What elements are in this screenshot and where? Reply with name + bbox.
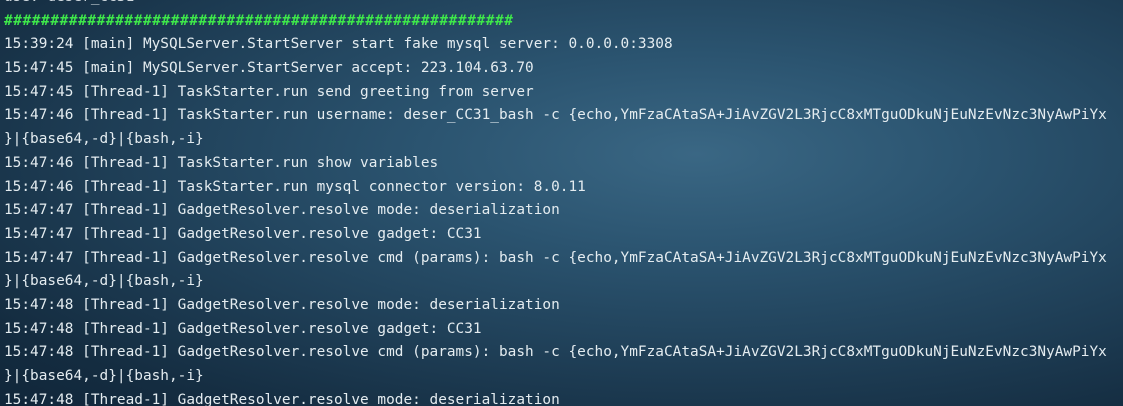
terminal-output: use: deser_cc31 ########################… xyxy=(4,0,1107,406)
log-line: 15:47:47 [Thread-1] GadgetResolver.resol… xyxy=(4,225,482,242)
log-line: 15:47:45 [main] MySQLServer.StartServer … xyxy=(4,60,534,77)
log-line-continuation: }|{base64,-d}|{bash,-i} xyxy=(4,131,204,148)
log-line-continuation: }|{base64,-d}|{bash,-i} xyxy=(4,273,204,290)
log-line: 15:47:48 [Thread-1] GadgetResolver.resol… xyxy=(4,344,1107,361)
log-line: 15:47:48 [Thread-1] GadgetResolver.resol… xyxy=(4,320,482,337)
log-line-continuation: }|{base64,-d}|{bash,-i} xyxy=(4,368,204,384)
log-line: 15:47:46 [Thread-1] TaskStarter.run mysq… xyxy=(4,178,586,195)
log-line: 15:47:48 [Thread-1] GadgetResolver.resol… xyxy=(4,391,560,406)
log-line: 15:47:48 [Thread-1] GadgetResolver.resol… xyxy=(4,296,560,313)
separator-line: ########################################… xyxy=(4,12,514,29)
log-line: 15:47:47 [Thread-1] GadgetResolver.resol… xyxy=(4,202,560,219)
log-line: 15:39:24 [main] MySQLServer.StartServer … xyxy=(4,36,673,53)
log-line: 15:47:47 [Thread-1] GadgetResolver.resol… xyxy=(4,249,1107,266)
log-line: 15:47:46 [Thread-1] TaskStarter.run show… xyxy=(4,154,439,171)
terminal-window[interactable]: use: deser_cc31 ########################… xyxy=(0,0,1123,406)
terminal-line-partial: use: deser_cc31 xyxy=(4,0,1107,10)
log-line: 15:47:46 [Thread-1] TaskStarter.run user… xyxy=(4,107,1107,124)
log-line: 15:47:45 [Thread-1] TaskStarter.run send… xyxy=(4,83,534,100)
